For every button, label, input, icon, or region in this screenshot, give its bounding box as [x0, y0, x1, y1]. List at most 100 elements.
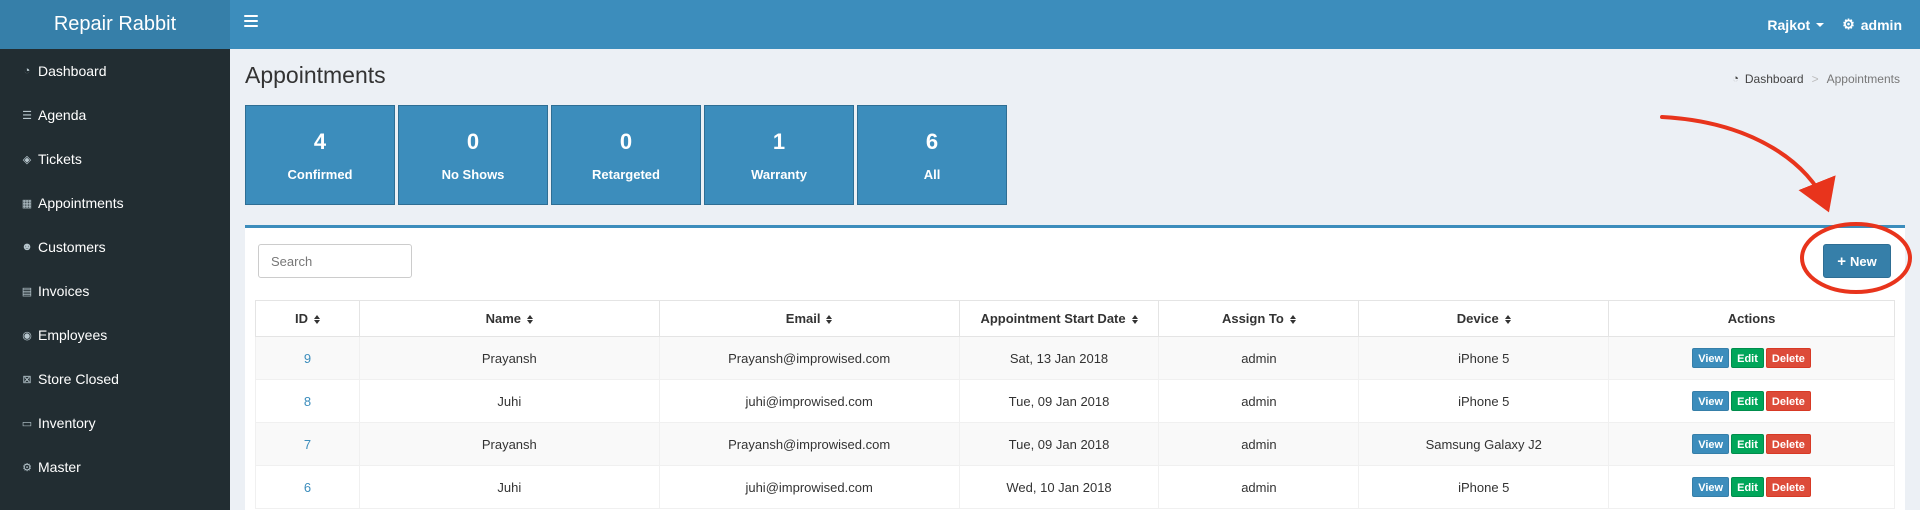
- table-row: 7 Prayansh Prayansh@improwised.com Tue, …: [255, 422, 1895, 466]
- delete-button[interactable]: Delete: [1765, 434, 1811, 454]
- column-header-label: Appointment Start Date: [980, 311, 1126, 326]
- stat-box-warranty[interactable]: 1 Warranty: [704, 105, 854, 205]
- column-header-label: Assign To: [1221, 311, 1284, 326]
- cell-email: juhi@improwised.com: [658, 379, 960, 423]
- sidebar-item-invoices[interactable]: ▤ Invoices: [0, 269, 230, 313]
- cell-start-date: Tue, 09 Jan 2018: [958, 422, 1160, 466]
- stat-count: 0: [619, 128, 633, 154]
- column-header-device[interactable]: Device: [1358, 300, 1610, 337]
- table-row: 8 Juhi juhi@improwised.com Tue, 09 Jan 2…: [255, 379, 1895, 423]
- column-header-label: ID: [294, 311, 308, 326]
- breadcrumb-separator: >: [1811, 72, 1819, 86]
- stat-box-retargeted[interactable]: 0 Retargeted: [551, 105, 701, 205]
- cell-name: Prayansh: [358, 336, 660, 380]
- cell-name: Juhi: [358, 465, 660, 509]
- calendar-icon: ▦: [21, 197, 33, 210]
- view-button[interactable]: View: [1692, 477, 1730, 497]
- sidebar-item-tickets[interactable]: ◈ Tickets: [0, 137, 230, 181]
- appointments-panel: + New ID Name Email Appointment Start Da…: [245, 225, 1905, 510]
- stat-box-all[interactable]: 6 All: [857, 105, 1007, 205]
- user-menu[interactable]: ⚙ admin: [1842, 16, 1902, 33]
- sort-icon: [313, 315, 320, 325]
- stat-label: All: [923, 166, 941, 182]
- view-button[interactable]: View: [1692, 434, 1730, 454]
- plus-icon: +: [1837, 252, 1847, 270]
- appointment-id-link[interactable]: 6: [304, 480, 311, 495]
- stat-box-confirmed[interactable]: 4 Confirmed: [245, 105, 395, 205]
- hamburger-menu-icon[interactable]: [244, 14, 258, 28]
- column-header-label: Name: [485, 311, 522, 326]
- sidebar-item-dashboard[interactable]: ◔ Dashboard: [0, 49, 230, 93]
- cell-assign-to: admin: [1158, 336, 1360, 380]
- cogs-icon: ⚙: [22, 461, 32, 474]
- search-input[interactable]: [258, 244, 412, 278]
- stat-count: 6: [925, 128, 939, 154]
- sort-icon: [1289, 315, 1296, 325]
- appointment-id-link[interactable]: 9: [304, 351, 311, 366]
- dashboard-icon: ◔: [1732, 73, 1739, 85]
- sidebar-item-customers[interactable]: ☻ Customers: [0, 225, 230, 269]
- edit-button[interactable]: Edit: [1731, 391, 1764, 411]
- sidebar-item-label: Tickets: [38, 151, 82, 167]
- cell-device: Samsung Galaxy J2: [1358, 422, 1610, 466]
- cell-assign-to: admin: [1158, 465, 1360, 509]
- cell-email: juhi@improwised.com: [658, 465, 960, 509]
- sidebar-item-label: Agenda: [38, 107, 87, 123]
- delete-button[interactable]: Delete: [1765, 348, 1811, 368]
- chevron-down-icon: [1816, 22, 1825, 27]
- cell-assign-to: admin: [1158, 422, 1360, 466]
- column-header-name[interactable]: Name: [358, 300, 660, 337]
- edit-button[interactable]: Edit: [1731, 477, 1764, 497]
- app-logo[interactable]: Repair Rabbit: [0, 0, 230, 49]
- column-header-label: Email: [785, 311, 821, 326]
- user-name: admin: [1860, 16, 1902, 33]
- appointment-id-link[interactable]: 8: [304, 394, 311, 409]
- column-header-id[interactable]: ID: [255, 300, 360, 337]
- new-appointment-button[interactable]: + New: [1823, 244, 1891, 278]
- list-icon: ☰: [22, 109, 32, 122]
- appointment-id-link[interactable]: 7: [304, 437, 311, 452]
- top-navbar: Rajkot ⚙ admin: [230, 0, 1920, 49]
- sidebar: ◔ Dashboard ☰ Agenda ◈ Tickets ▦ Appointment…: [0, 49, 230, 510]
- sidebar-item-master[interactable]: ⚙ Master: [0, 445, 230, 489]
- gear-icon: ⚙: [1842, 16, 1855, 32]
- sidebar-item-agenda[interactable]: ☰ Agenda: [0, 93, 230, 137]
- sidebar-item-store-closed[interactable]: ⊠ Store Closed: [0, 357, 230, 401]
- view-button[interactable]: View: [1692, 391, 1730, 411]
- sidebar-item-employees[interactable]: ◉ Employees: [0, 313, 230, 357]
- sort-icon: [1504, 315, 1511, 325]
- column-header-email[interactable]: Email: [658, 300, 960, 337]
- sidebar-item-label: Employees: [38, 327, 108, 343]
- sidebar-item-label: Store Closed: [38, 371, 119, 387]
- annotation-arrow: [1660, 115, 1836, 213]
- column-header-start-date[interactable]: Appointment Start Date: [958, 300, 1160, 337]
- column-header-assign-to[interactable]: Assign To: [1158, 300, 1360, 337]
- sort-icon: [826, 315, 833, 325]
- delete-button[interactable]: Delete: [1765, 477, 1811, 497]
- user-circle-icon: ◉: [22, 329, 32, 342]
- column-header-actions: Actions: [1608, 300, 1895, 337]
- edit-button[interactable]: Edit: [1731, 434, 1764, 454]
- users-icon: ☻: [21, 241, 33, 253]
- sidebar-item-appointments[interactable]: ▦ Appointments: [0, 181, 230, 225]
- location-label: Rajkot: [1767, 16, 1811, 33]
- sidebar-item-inventory[interactable]: ▭ Inventory: [0, 401, 230, 445]
- edit-button[interactable]: Edit: [1731, 348, 1764, 368]
- sidebar-item-label: Inventory: [38, 415, 96, 431]
- cell-start-date: Sat, 13 Jan 2018: [958, 336, 1160, 380]
- stat-label: Retargeted: [592, 166, 660, 182]
- view-button[interactable]: View: [1692, 348, 1730, 368]
- file-icon: ▤: [21, 285, 33, 298]
- delete-button[interactable]: Delete: [1765, 391, 1811, 411]
- cell-actions: View Edit Delete: [1608, 465, 1895, 509]
- status-filter-boxes: 4 Confirmed 0 No Shows 0 Retargeted 1 Warran…: [245, 105, 1010, 205]
- stat-box-no-shows[interactable]: 0 No Shows: [398, 105, 548, 205]
- cell-start-date: Wed, 10 Jan 2018: [958, 465, 1160, 509]
- cell-start-date: Tue, 09 Jan 2018: [958, 379, 1160, 423]
- breadcrumb-home-link[interactable]: Dashboard: [1745, 72, 1804, 86]
- location-dropdown[interactable]: Rajkot: [1767, 16, 1825, 33]
- cell-device: iPhone 5: [1358, 336, 1610, 380]
- breadcrumb-current: Appointments: [1826, 72, 1900, 86]
- sort-icon: [1131, 315, 1138, 325]
- keyboard-icon: ▭: [21, 417, 33, 430]
